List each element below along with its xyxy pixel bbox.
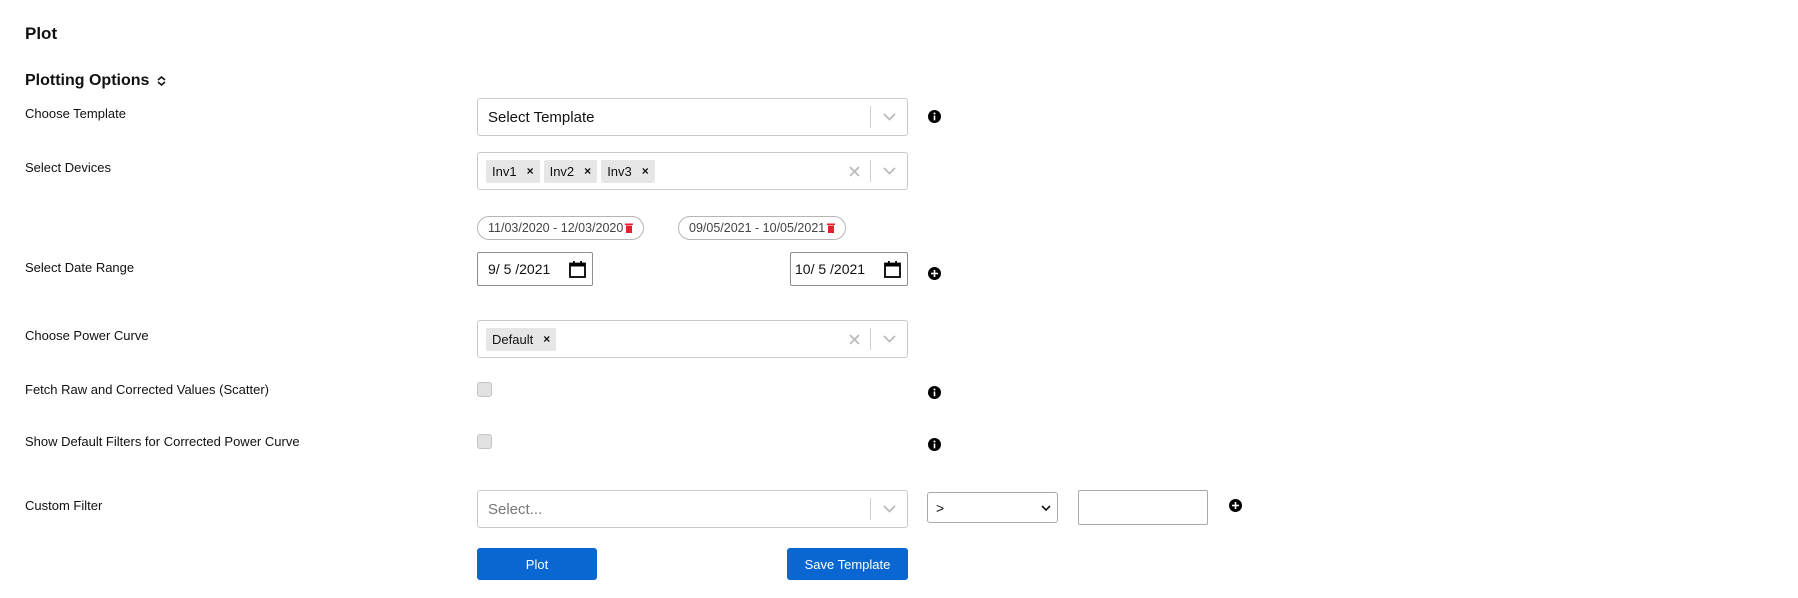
plot-button[interactable]: Plot <box>477 548 597 580</box>
page-title: Plot <box>25 24 58 43</box>
device-tag: Inv2 × <box>543 159 598 183</box>
trash-icon[interactable] <box>625 223 634 233</box>
select-date-range-label: Select Date Range <box>25 260 135 275</box>
devices-multiselect[interactable]: Inv1 × Inv2 × Inv3 × <box>477 152 908 190</box>
default-filters-checkbox[interactable] <box>477 434 492 449</box>
remove-tag-icon[interactable]: × <box>638 164 655 178</box>
chevron-down-icon[interactable] <box>871 505 907 513</box>
info-icon[interactable] <box>928 110 941 123</box>
fetch-raw-checkbox[interactable] <box>477 382 492 397</box>
choose-template-label: Choose Template <box>25 106 126 121</box>
device-tag: Inv1 × <box>486 159 540 183</box>
start-date-input[interactable]: 9/ 5 /2021 <box>477 252 593 286</box>
plotting-options-header[interactable]: Plotting Options <box>25 72 166 90</box>
template-select[interactable]: Select Template <box>477 98 908 136</box>
custom-filter-select[interactable]: Select... <box>477 490 908 528</box>
calendar-icon[interactable] <box>884 260 901 278</box>
chevron-down-icon[interactable] <box>871 113 907 121</box>
calendar-icon[interactable] <box>569 260 586 278</box>
select-devices-label: Select Devices <box>25 160 111 175</box>
save-template-button[interactable]: Save Template <box>787 548 908 580</box>
trash-icon[interactable] <box>827 223 836 233</box>
chevron-down-icon[interactable] <box>1041 504 1051 511</box>
power-curve-tag: Default × <box>486 327 557 351</box>
template-select-value: Select Template <box>488 108 595 126</box>
custom-filter-placeholder: Select... <box>488 500 543 518</box>
default-filters-label: Show Default Filters for Corrected Power… <box>25 434 300 449</box>
date-range-chip[interactable]: 09/05/2021 - 10/05/2021 <box>678 216 847 240</box>
filter-value-input[interactable] <box>1078 490 1208 525</box>
info-icon[interactable] <box>928 438 941 451</box>
end-date-input[interactable]: 10/ 5 /2021 <box>790 252 908 286</box>
custom-filter-label: Custom Filter <box>25 498 103 513</box>
choose-power-curve-label: Choose Power Curve <box>25 328 149 343</box>
clear-icon[interactable] <box>838 165 870 177</box>
power-curve-multiselect[interactable]: Default × <box>477 320 908 358</box>
fetch-raw-label: Fetch Raw and Corrected Values (Scatter) <box>25 382 269 397</box>
date-range-chip[interactable]: 11/03/2020 - 12/03/2020 <box>477 216 645 240</box>
device-tag: Inv3 × <box>601 159 655 183</box>
info-icon[interactable] <box>928 386 941 399</box>
add-date-range-icon[interactable] <box>928 267 941 280</box>
section-title: Plotting Options <box>25 72 150 89</box>
clear-icon[interactable] <box>838 333 870 345</box>
remove-tag-icon[interactable]: × <box>580 164 597 178</box>
add-filter-icon[interactable] <box>1229 499 1242 512</box>
chevron-down-icon[interactable] <box>871 335 907 343</box>
collapse-chevron-icon[interactable] <box>157 75 166 87</box>
remove-tag-icon[interactable]: × <box>523 164 540 178</box>
chevron-down-icon[interactable] <box>871 167 907 175</box>
remove-tag-icon[interactable]: × <box>539 332 556 346</box>
operator-select[interactable]: > <box>927 492 1058 523</box>
